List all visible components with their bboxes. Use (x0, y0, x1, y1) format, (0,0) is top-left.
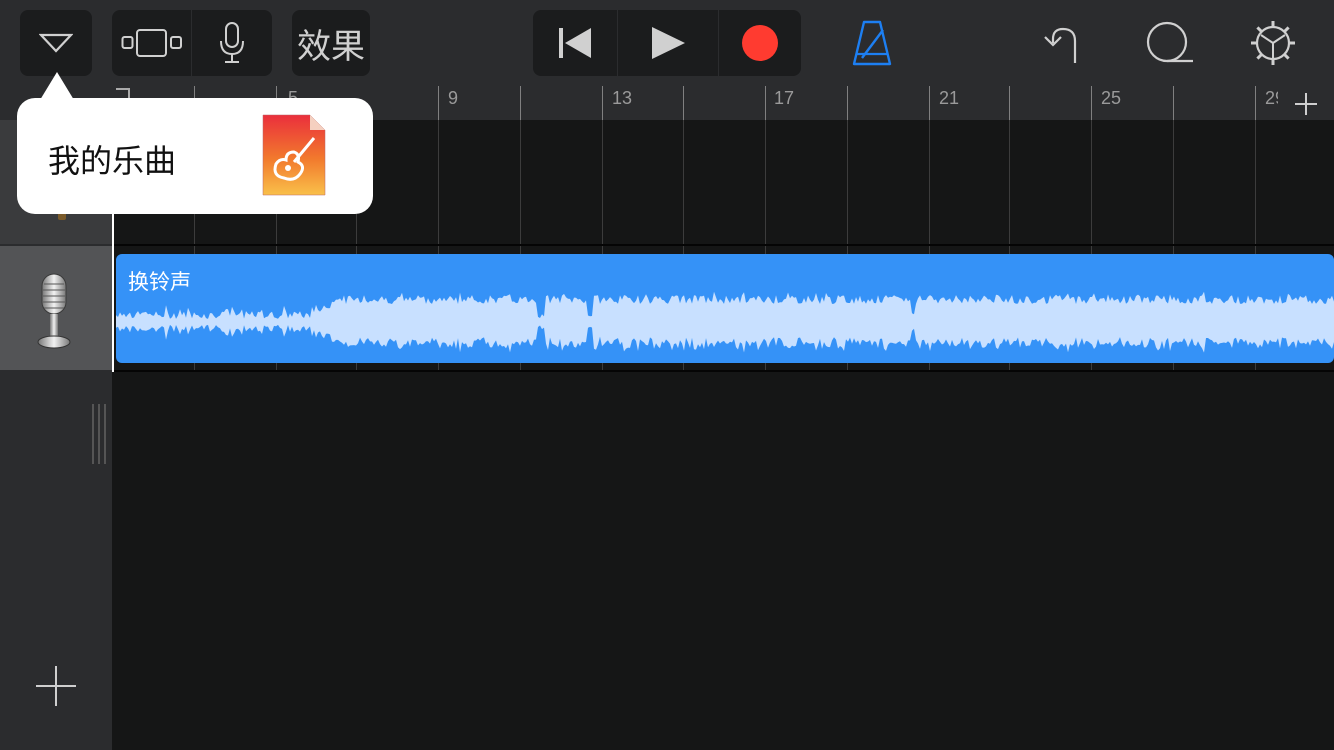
effects-label: 效果 (297, 26, 365, 67)
rewind-icon (559, 28, 591, 58)
track-lane-divider (112, 244, 1334, 246)
track-header-resize-handle[interactable] (92, 404, 106, 464)
record-button[interactable] (719, 10, 801, 76)
loop-icon (1146, 21, 1193, 63)
waveform-shape (116, 291, 1334, 353)
metronome-button[interactable] (848, 16, 896, 70)
track-view-icon (121, 29, 182, 57)
ruler-label: 9 (448, 88, 459, 108)
ruler-tick (929, 86, 930, 120)
garageband-tracks-view: 效果 9 13 17 21 25 29 换铃声 我的乐曲 (0, 0, 1334, 750)
gear-icon (1251, 21, 1295, 65)
undo-button[interactable] (1038, 18, 1084, 68)
triangle-down-icon (39, 33, 73, 53)
ruler-tick (520, 86, 521, 120)
ruler-label: 17 (774, 88, 795, 108)
toolbar-divider (617, 10, 618, 76)
metronome-icon (852, 20, 892, 66)
settings-button[interactable] (1246, 16, 1300, 70)
top-toolbar: 效果 (0, 0, 1334, 86)
ruler-tick (438, 86, 439, 120)
add-track-button[interactable] (34, 664, 78, 708)
my-songs-dropdown-button[interactable] (20, 10, 92, 76)
effects-button[interactable]: 效果 (292, 10, 370, 76)
tracks-area[interactable] (112, 120, 1334, 750)
rewind-button[interactable] (533, 10, 617, 76)
play-icon (652, 27, 685, 59)
loop-browser-button[interactable] (1144, 16, 1196, 70)
ruler-label: 13 (612, 88, 633, 108)
ruler-label: 25 (1101, 88, 1122, 108)
my-songs-label[interactable]: 我的乐曲 (48, 136, 176, 182)
transport-group (533, 10, 801, 76)
popover-arrow (40, 72, 74, 100)
microphone-button[interactable] (192, 10, 272, 76)
audio-region[interactable]: 换铃声 (116, 254, 1334, 363)
my-songs-popover: 我的乐曲 (17, 98, 373, 214)
garageband-file-icon[interactable] (262, 114, 326, 196)
plus-icon (36, 666, 76, 706)
ruler-tick (1255, 86, 1256, 120)
track-lane-divider (112, 370, 1334, 372)
ruler-label: 21 (939, 88, 960, 108)
track-view-button[interactable] (112, 10, 191, 76)
toolbar-divider (718, 10, 719, 76)
add-section-button[interactable] (1278, 86, 1334, 120)
microphone-icon (220, 22, 244, 63)
play-button[interactable] (618, 10, 718, 76)
waveform (116, 291, 1334, 353)
toolbar-divider (191, 10, 192, 76)
ruler-tick (602, 86, 603, 120)
ruler-tick (1009, 86, 1010, 120)
plus-icon (1295, 93, 1317, 115)
ruler-tick (1173, 86, 1174, 120)
guitar-document-icon (262, 114, 326, 196)
ruler-tick (683, 86, 684, 120)
ruler-tick (847, 86, 848, 120)
record-icon (742, 25, 778, 61)
ruler-tick (765, 86, 766, 120)
microphone-instrument-icon (37, 273, 71, 349)
ruler-tick (1091, 86, 1092, 120)
undo-icon (1044, 27, 1077, 63)
track-header-audio-recorder[interactable] (0, 246, 112, 370)
view-controls-group (112, 10, 272, 76)
